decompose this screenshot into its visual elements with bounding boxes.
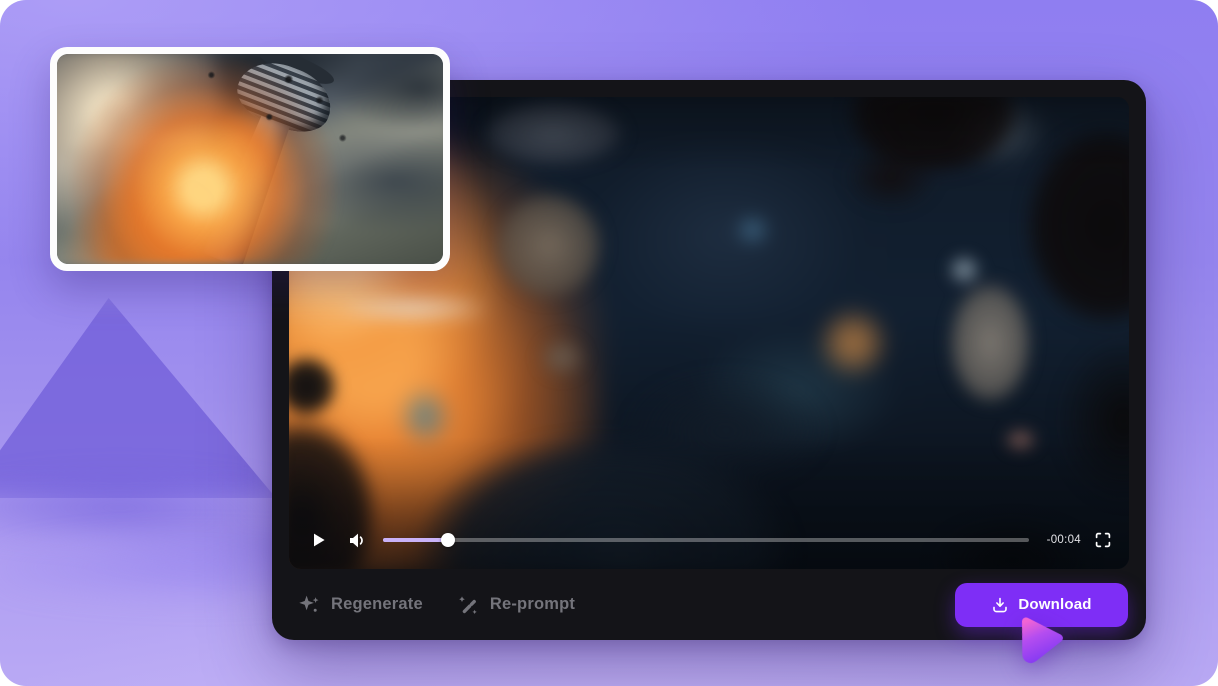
download-label: Download: [1018, 596, 1091, 613]
sparkle-icon: [298, 594, 320, 616]
thumbnail-image: [57, 54, 443, 264]
play-icon: [311, 532, 326, 548]
magic-pen-icon: [457, 594, 479, 616]
reprompt-label: Re-prompt: [490, 595, 575, 614]
progress-track[interactable]: [383, 538, 1029, 542]
thumbnail-debris: [57, 54, 443, 264]
volume-icon: [348, 532, 367, 549]
reprompt-button[interactable]: Re-prompt: [457, 594, 575, 616]
source-image-thumbnail[interactable]: [50, 47, 450, 271]
volume-button[interactable]: [348, 532, 367, 549]
screenshot-stage: -00:04 Regenerate: [0, 0, 1218, 686]
progress-bar[interactable]: [383, 533, 1029, 547]
time-remaining: -00:04: [1047, 534, 1081, 546]
fullscreen-button[interactable]: [1095, 532, 1111, 548]
regenerate-button[interactable]: Regenerate: [298, 594, 423, 616]
regenerate-label: Regenerate: [331, 595, 423, 614]
play-button[interactable]: [311, 532, 326, 548]
download-button[interactable]: Download: [955, 583, 1128, 627]
card-toolbar: Regenerate Re-prompt: [272, 569, 1146, 640]
progress-fill: [383, 538, 448, 542]
fullscreen-icon: [1095, 532, 1111, 548]
progress-thumb[interactable]: [441, 533, 455, 547]
page-background: -00:04 Regenerate: [0, 0, 1218, 686]
player-controls: -00:04: [289, 517, 1129, 569]
download-icon: [991, 596, 1009, 614]
